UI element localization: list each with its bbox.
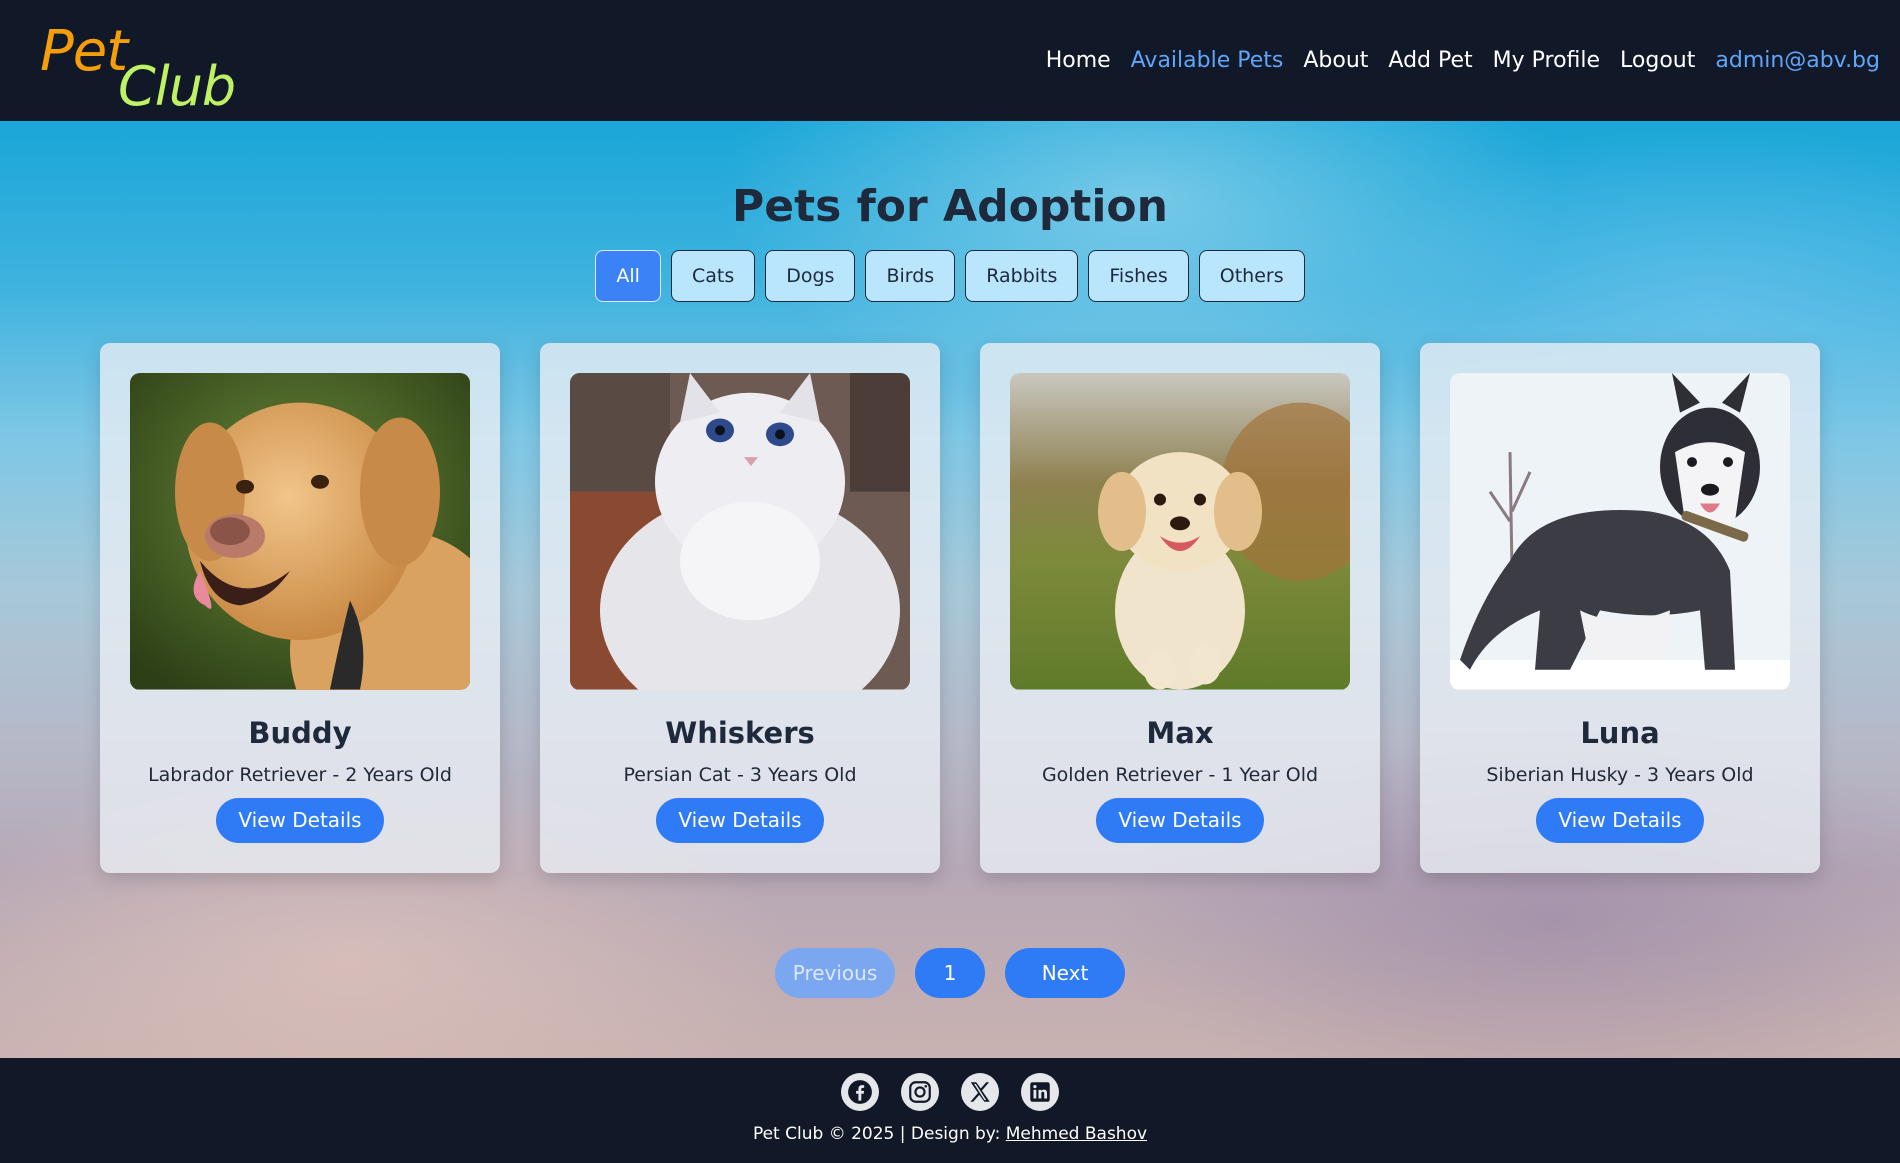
pet-cards: Buddy Labrador Retriever - 2 Years Old V…: [100, 343, 1820, 873]
filter-dogs-button[interactable]: Dogs: [765, 250, 856, 302]
pet-card: Max Golden Retriever - 1 Year Old View D…: [980, 343, 1380, 873]
nav-home[interactable]: Home: [1046, 48, 1111, 73]
puppy-golden-photo: [1010, 373, 1350, 690]
pet-name: Buddy: [248, 715, 352, 750]
view-details-button[interactable]: View Details: [216, 797, 384, 843]
pet-name: Whiskers: [665, 715, 815, 750]
nav-available-pets[interactable]: Available Pets: [1131, 48, 1284, 73]
nav-add-pet[interactable]: Add Pet: [1388, 48, 1472, 73]
footer-copyright: Pet Club © 2025 | Design by: Mehmed Bash…: [0, 1124, 1900, 1144]
pet-name: Max: [1146, 715, 1214, 750]
logo-text-pet: Pet: [40, 18, 128, 84]
pet-card: Whiskers Persian Cat - 3 Years Old View …: [540, 343, 940, 873]
category-filters: All Cats Dogs Birds Rabbits Fishes Other…: [0, 250, 1900, 302]
filter-all-button[interactable]: All: [595, 250, 661, 302]
filter-birds-button[interactable]: Birds: [865, 250, 956, 302]
linkedin-icon[interactable]: [1021, 1073, 1059, 1111]
pet-description: Persian Cat - 3 Years Old: [623, 763, 857, 786]
pet-description: Golden Retriever - 1 Year Old: [1041, 763, 1319, 786]
site-logo[interactable]: Pet Club: [40, 11, 236, 118]
pet-card: Buddy Labrador Retriever - 2 Years Old V…: [100, 343, 500, 873]
pagination: Previous 1 Next: [0, 948, 1900, 998]
next-page-button[interactable]: Next: [1005, 948, 1125, 998]
cat-persian-photo: [570, 373, 910, 690]
logo-text-club: Club: [118, 54, 236, 118]
site-header: Pet Club Home Available Pets About Add P…: [0, 0, 1900, 121]
site-footer: Pet Club © 2025 | Design by: Mehmed Bash…: [0, 1058, 1900, 1163]
filter-fishes-button[interactable]: Fishes: [1088, 250, 1189, 302]
filter-rabbits-button[interactable]: Rabbits: [965, 250, 1079, 302]
main-nav: Home Available Pets About Add Pet My Pro…: [1026, 48, 1880, 73]
filter-cats-button[interactable]: Cats: [670, 250, 756, 302]
x-icon[interactable]: [961, 1073, 999, 1111]
dog-labrador-photo: [130, 373, 470, 690]
filter-others-button[interactable]: Others: [1198, 250, 1305, 302]
view-details-button[interactable]: View Details: [656, 797, 824, 843]
view-details-button[interactable]: View Details: [1536, 797, 1704, 843]
nav-my-profile[interactable]: My Profile: [1493, 48, 1600, 73]
nav-user-email[interactable]: admin@abv.bg: [1715, 48, 1880, 73]
pet-description: Siberian Husky - 3 Years Old: [1486, 763, 1754, 786]
instagram-icon[interactable]: [901, 1073, 939, 1111]
pet-name: Luna: [1580, 715, 1660, 750]
nav-logout[interactable]: Logout: [1620, 48, 1695, 73]
main-content: Pets for Adoption All Cats Dogs Birds Ra…: [0, 121, 1900, 1058]
pet-description: Labrador Retriever - 2 Years Old: [148, 763, 452, 786]
social-links: [0, 1073, 1900, 1111]
copyright-text: Pet Club © 2025 | Design by:: [752, 1124, 1001, 1144]
nav-about[interactable]: About: [1303, 48, 1368, 73]
page-title: Pets for Adoption: [732, 181, 1168, 232]
view-details-button[interactable]: View Details: [1096, 797, 1264, 843]
pet-card: Luna Siberian Husky - 3 Years Old View D…: [1420, 343, 1820, 873]
dog-husky-photo: [1450, 373, 1790, 690]
previous-page-button[interactable]: Previous: [775, 948, 895, 998]
facebook-icon[interactable]: [841, 1073, 879, 1111]
designer-link[interactable]: Mehmed Bashov: [1006, 1124, 1147, 1144]
current-page-button[interactable]: 1: [915, 948, 985, 998]
